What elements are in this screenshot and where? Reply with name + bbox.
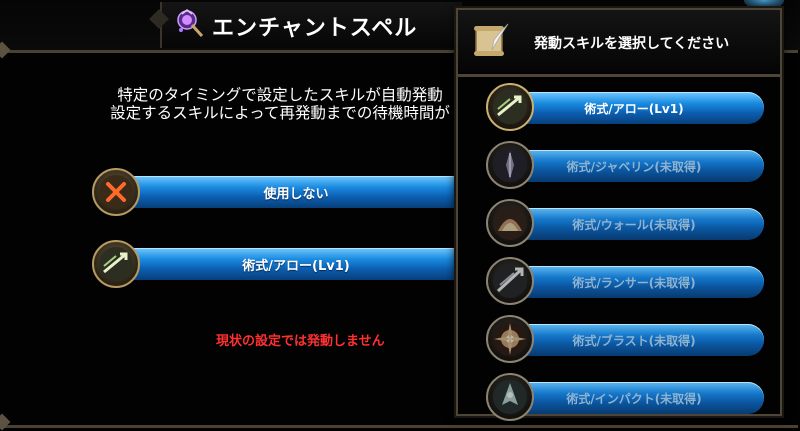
skill-label: 術式/ウォール(未取得) — [572, 218, 696, 232]
scroll-quill-icon — [474, 23, 509, 56]
picker-header: 発動スキルを選択してください — [458, 10, 780, 72]
description-line: 特定のタイミングで設定したスキルが自動発動 — [117, 86, 443, 104]
description-line: 設定するスキルによって再発動までの待機時間が — [110, 104, 450, 122]
skill-label: 術式/ジャベリン(未取得) — [566, 160, 702, 174]
javelin-skill-icon — [486, 141, 534, 189]
arrow-skill-icon — [486, 83, 534, 131]
status-warning: 現状の設定では発動しません — [216, 334, 385, 349]
skill-option-arrow[interactable]: 術式/アロー(Lv1) — [486, 82, 776, 132]
picker-divider — [458, 74, 780, 77]
skill-bar: 術式/ブラスト(未取得) — [504, 324, 764, 356]
skill-label: 術式/インパクト(未取得) — [566, 392, 702, 406]
option-label: 術式/アロー(Lv1) — [242, 259, 350, 274]
skill-picker-popup: 発動スキルを選択してください 術式/アロー(Lv1) 術式/ジャベリン(未取得) — [456, 8, 782, 421]
skill-option-wall[interactable]: 術式/ウォール(未取得) — [486, 198, 776, 248]
skill-bar: 術式/インパクト(未取得) — [504, 382, 764, 414]
option-bar: 術式/アロー(Lv1) — [116, 248, 476, 280]
option-label: 使用しない — [263, 187, 329, 202]
skill-bar: 術式/ジャベリン(未取得) — [504, 150, 764, 182]
description: 特定のタイミングで設定したスキルが自動発動 設定するスキルによって再発動までの待… — [80, 86, 480, 122]
skill-option-lancer[interactable]: 術式/ランサー(未取得) — [486, 256, 776, 306]
option-bar: 使用しない — [116, 176, 476, 208]
skill-option-impact[interactable]: 術式/インパクト(未取得) — [486, 372, 776, 422]
blast-skill-icon — [486, 315, 534, 363]
skill-bar: 術式/ウォール(未取得) — [504, 208, 764, 240]
impact-skill-icon — [486, 373, 534, 421]
skill-label: 術式/ランサー(未取得) — [572, 276, 696, 290]
skill-option-javelin[interactable]: 術式/ジャベリン(未取得) — [486, 140, 776, 190]
skill-bar: 術式/アロー(Lv1) — [504, 92, 764, 124]
picker-title: 発動スキルを選択してください — [534, 36, 730, 52]
arrow-skill-icon — [92, 240, 140, 288]
page-title: エンチャントスペル — [212, 16, 418, 41]
skill-label: 術式/アロー(Lv1) — [584, 102, 684, 116]
lancer-skill-icon — [486, 257, 534, 305]
option-none-button[interactable]: 使用しない — [92, 168, 476, 216]
skill-option-blast[interactable]: 術式/ブラスト(未取得) — [486, 314, 776, 364]
cross-icon — [92, 168, 140, 216]
wall-skill-icon — [486, 199, 534, 247]
skill-label: 術式/ブラスト(未取得) — [572, 334, 696, 348]
option-arrow-button[interactable]: 術式/アロー(Lv1) — [92, 240, 476, 288]
magic-staff-icon — [177, 9, 204, 38]
skill-bar: 術式/ランサー(未取得) — [504, 266, 764, 298]
